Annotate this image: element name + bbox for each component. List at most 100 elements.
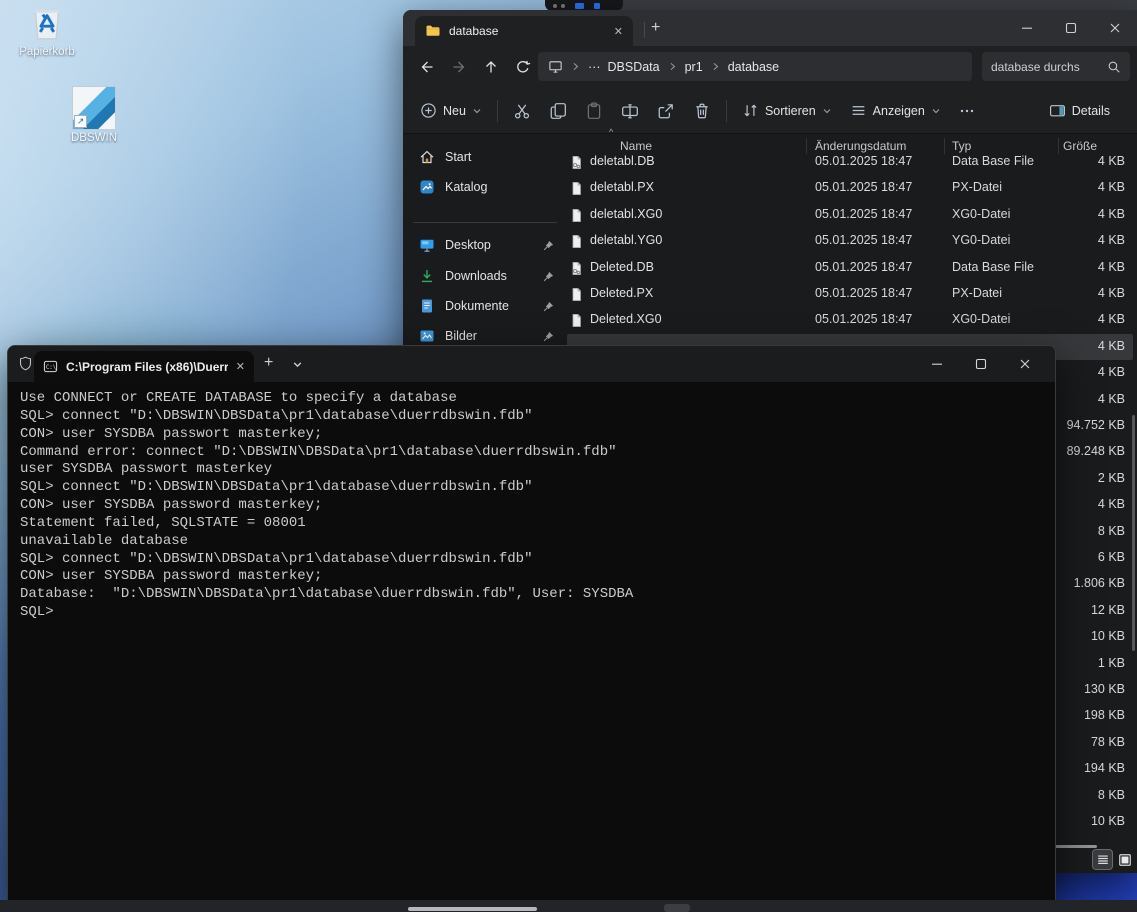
sort-button[interactable]: Sortieren bbox=[733, 94, 841, 128]
terminal-tab-close-icon[interactable]: ✕ bbox=[236, 360, 245, 373]
breadcrumb-item[interactable]: database bbox=[728, 60, 779, 74]
toolbar-divider bbox=[726, 100, 727, 122]
this-pc-icon bbox=[548, 59, 563, 74]
file-date: 05.01.2025 18:47 bbox=[815, 154, 912, 168]
plus-circle-icon bbox=[420, 102, 437, 119]
table-row[interactable]: deletabl.YG005.01.2025 18:47YG0-Datei4 K… bbox=[567, 228, 1133, 254]
chevron-down-icon bbox=[472, 106, 482, 116]
search-value: database durchs bbox=[991, 60, 1107, 74]
file-name: deletabl.YG0 bbox=[590, 233, 662, 247]
terminal-minimize-button[interactable] bbox=[915, 346, 959, 382]
terminal-close-button[interactable] bbox=[1003, 346, 1047, 382]
table-row[interactable]: Deleted.XG005.01.2025 18:47XG0-Datei4 KB bbox=[567, 307, 1133, 333]
svg-text:C:\: C:\ bbox=[46, 365, 57, 371]
terminal-title-bar: C:\ C:\Program Files (x86)\Duerr\ ✕ + bbox=[8, 346, 1055, 382]
up-button[interactable] bbox=[475, 52, 507, 82]
maximize-button[interactable] bbox=[1049, 10, 1093, 46]
file-name: Deleted.PX bbox=[590, 286, 653, 300]
view-lines-icon bbox=[850, 102, 867, 119]
search-input[interactable]: database durchs bbox=[982, 52, 1130, 81]
downloads-icon bbox=[419, 268, 435, 284]
tab-title: database bbox=[449, 24, 606, 38]
table-row[interactable]: deletabl.DB05.01.2025 18:47Data Base Fil… bbox=[567, 149, 1133, 175]
file-size: 4 KB bbox=[947, 207, 1125, 221]
capture-control-icon[interactable] bbox=[594, 3, 600, 9]
documents-icon bbox=[419, 298, 435, 314]
share-button[interactable] bbox=[648, 94, 684, 128]
tab-close-icon[interactable]: ✕ bbox=[614, 25, 623, 38]
pin-icon bbox=[542, 300, 555, 313]
cut-button[interactable] bbox=[504, 94, 540, 128]
recycle-bin-icon bbox=[26, 2, 68, 44]
sidebar-item-katalog[interactable]: Katalog bbox=[411, 174, 561, 200]
new-button[interactable]: Neu bbox=[411, 94, 491, 128]
background-window-strip bbox=[620, 0, 1137, 10]
cmd-icon: C:\ bbox=[43, 359, 58, 374]
sidebar-item-desktop[interactable]: Desktop bbox=[411, 232, 561, 258]
sort-button-label: Sortieren bbox=[765, 104, 816, 118]
breadcrumb-item[interactable]: pr1 bbox=[685, 60, 703, 74]
file-name: Deleted.XG0 bbox=[590, 312, 662, 326]
explorer-window-controls bbox=[1005, 10, 1137, 46]
breadcrumb-item[interactable]: DBSData bbox=[608, 60, 660, 74]
pin-icon bbox=[542, 330, 555, 343]
details-button-label: Details bbox=[1072, 104, 1110, 118]
rename-button[interactable] bbox=[612, 94, 648, 128]
details-pane-icon bbox=[1049, 102, 1066, 119]
sidebar-item-dokumente[interactable]: Dokumente bbox=[411, 293, 561, 319]
breadcrumb-overflow[interactable]: ··· bbox=[588, 60, 601, 74]
vertical-scrollbar[interactable] bbox=[1132, 415, 1135, 651]
forward-button[interactable] bbox=[443, 52, 475, 82]
details-pane-button[interactable]: Details bbox=[1040, 94, 1119, 128]
minimize-button[interactable] bbox=[1005, 10, 1049, 46]
file-date: 05.01.2025 18:47 bbox=[815, 312, 912, 326]
gallery-icon bbox=[419, 179, 435, 195]
view-button[interactable]: Anzeigen bbox=[841, 94, 950, 128]
desktop-icon-dbswin[interactable]: ↗ DBSWIN bbox=[51, 86, 137, 144]
file-date: 05.01.2025 18:47 bbox=[815, 233, 912, 247]
file-name: deletabl.XG0 bbox=[590, 207, 662, 221]
view-button-label: Anzeigen bbox=[873, 104, 925, 118]
details-view-button[interactable] bbox=[1093, 850, 1112, 869]
taskbar-element bbox=[664, 904, 690, 912]
sidebar-item-label: Katalog bbox=[445, 180, 487, 194]
db-file-icon bbox=[569, 154, 584, 171]
new-button-label: Neu bbox=[443, 104, 466, 118]
address-field[interactable]: ··· DBSData pr1 database bbox=[538, 52, 972, 81]
back-button[interactable] bbox=[411, 52, 443, 82]
pin-icon bbox=[542, 270, 555, 283]
file-icon bbox=[569, 312, 584, 329]
more-options-button[interactable] bbox=[950, 94, 984, 128]
explorer-tab-database[interactable]: database ✕ bbox=[415, 16, 633, 46]
thumbnail-view-button[interactable] bbox=[1115, 850, 1134, 869]
folder-icon bbox=[425, 23, 441, 39]
close-button[interactable] bbox=[1093, 10, 1137, 46]
terminal-new-tab-button[interactable]: + bbox=[264, 354, 273, 372]
table-row[interactable]: Deleted.DB05.01.2025 18:47Data Base File… bbox=[567, 255, 1133, 281]
sidebar-item-start[interactable]: Start bbox=[411, 144, 561, 170]
taskbar[interactable] bbox=[0, 900, 1137, 912]
table-row[interactable]: deletabl.XG005.01.2025 18:47XG0-Datei4 K… bbox=[567, 202, 1133, 228]
paste-button[interactable] bbox=[576, 94, 612, 128]
terminal-tab[interactable]: C:\ C:\Program Files (x86)\Duerr\ ✕ bbox=[34, 351, 254, 382]
delete-button[interactable] bbox=[684, 94, 720, 128]
terminal-maximize-button[interactable] bbox=[959, 346, 1003, 382]
capture-control-icon[interactable] bbox=[575, 3, 584, 9]
table-row[interactable]: deletabl.PX05.01.2025 18:47PX-Datei4 KB bbox=[567, 175, 1133, 201]
file-size: 4 KB bbox=[947, 312, 1125, 326]
new-tab-button[interactable]: + bbox=[651, 20, 660, 36]
terminal-output: Use CONNECT or CREATE DATABASE to specif… bbox=[20, 390, 1040, 622]
sidebar-item-downloads[interactable]: Downloads bbox=[411, 263, 561, 289]
sidebar-item-label: Desktop bbox=[445, 238, 491, 252]
terminal-tab-title: C:\Program Files (x86)\Duerr\ bbox=[66, 360, 228, 374]
pin-icon bbox=[542, 239, 555, 252]
dbswin-shortcut-icon: ↗ bbox=[72, 86, 116, 130]
desktop-icon-recycle-bin[interactable]: Papierkorb bbox=[4, 2, 90, 58]
copy-button[interactable] bbox=[540, 94, 576, 128]
sidebar-separator bbox=[413, 222, 557, 223]
terminal-window-controls bbox=[915, 346, 1047, 382]
refresh-button[interactable] bbox=[507, 52, 539, 82]
table-row[interactable]: Deleted.PX05.01.2025 18:47PX-Datei4 KB bbox=[567, 281, 1133, 307]
file-icon bbox=[569, 180, 584, 197]
terminal-tab-dropdown[interactable] bbox=[292, 359, 303, 370]
